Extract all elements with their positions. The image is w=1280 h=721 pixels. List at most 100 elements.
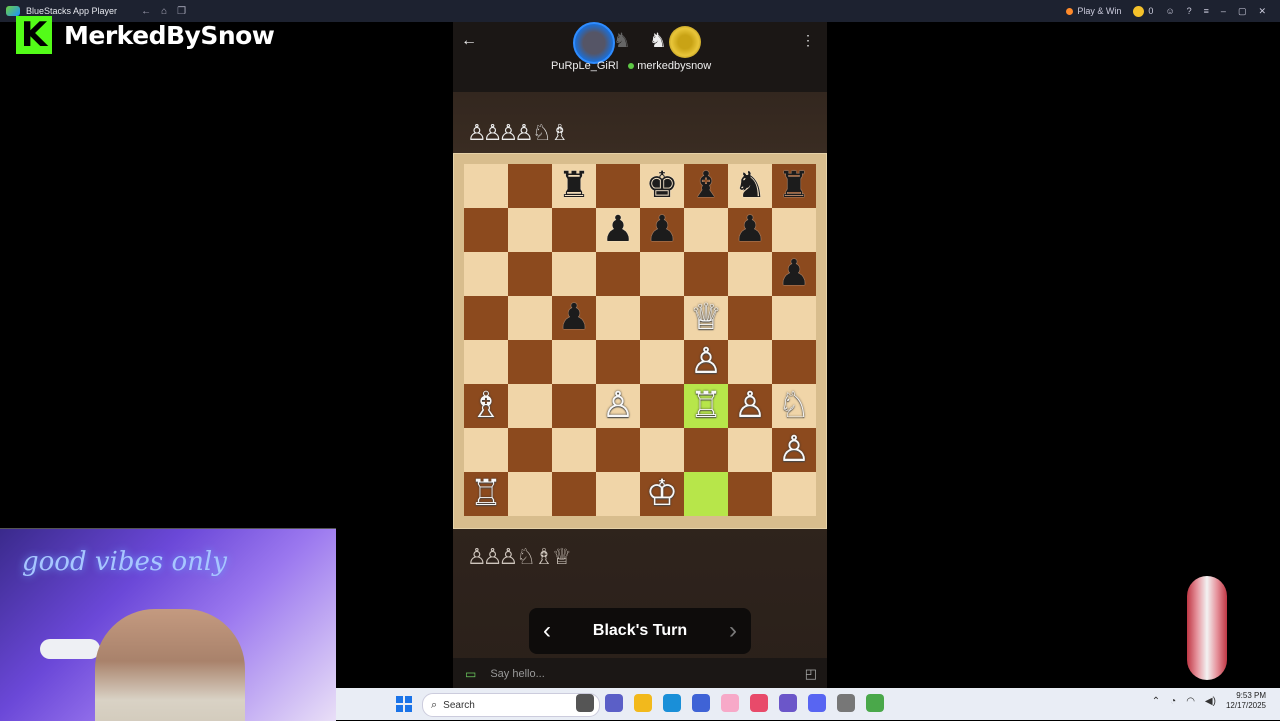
board-square[interactable] — [684, 472, 728, 516]
white-knight-piece[interactable]: ♘ — [778, 388, 810, 424]
board-square[interactable] — [640, 384, 684, 428]
board-square[interactable]: ♖ — [684, 384, 728, 428]
copilot-icon[interactable] — [750, 694, 768, 712]
file-explorer-icon[interactable] — [634, 694, 652, 712]
teams-icon[interactable] — [605, 694, 623, 712]
tabs-icon[interactable]: ❐ — [177, 6, 186, 17]
menu-icon[interactable]: ≡ — [1204, 6, 1209, 16]
board-square[interactable]: ♖ — [464, 472, 508, 516]
chat-bar[interactable]: ▭ Say hello... ◰ — [453, 658, 827, 690]
play-win-button[interactable]: Play & Win — [1066, 6, 1121, 16]
black-bishop-piece[interactable]: ♝ — [690, 168, 722, 204]
board-square[interactable] — [728, 296, 772, 340]
board-square[interactable] — [772, 208, 816, 252]
board-square[interactable] — [596, 428, 640, 472]
store-icon[interactable] — [692, 694, 710, 712]
taskbar-search[interactable]: ⌕ Search — [422, 693, 600, 717]
board-square[interactable] — [640, 428, 684, 472]
black-pawn-piece[interactable]: ♟ — [602, 212, 634, 248]
black-knight-piece[interactable]: ♞ — [734, 168, 766, 204]
coin-counter[interactable]: 0 — [1133, 5, 1153, 17]
board-square[interactable] — [552, 428, 596, 472]
game-back-icon[interactable]: ← — [461, 32, 477, 50]
volume-icon[interactable]: ◀) — [1205, 696, 1216, 707]
chess-board[interactable]: ♜ ♚ ♝ ♞ ♜ ♟ ♟ ♟ ♟ ♟ ♕ ♙ ♗ ♙ ♖ ♙ ♘ ♙ ♖ ♔ — [464, 164, 816, 516]
board-square[interactable]: ♗ — [464, 384, 508, 428]
board-square[interactable] — [552, 340, 596, 384]
board-square[interactable] — [464, 296, 508, 340]
white-pawn-piece[interactable]: ♙ — [602, 388, 634, 424]
board-square[interactable]: ♙ — [772, 428, 816, 472]
chevron-up-icon[interactable]: ⌃ — [1152, 696, 1160, 707]
black-pawn-piece[interactable]: ♟ — [734, 212, 766, 248]
black-rook-piece[interactable]: ♜ — [778, 168, 810, 204]
board-square[interactable] — [508, 340, 552, 384]
black-rook-piece[interactable]: ♜ — [558, 168, 590, 204]
minimize-icon[interactable]: – — [1221, 6, 1226, 16]
board-square[interactable] — [772, 340, 816, 384]
board-square[interactable]: ♚ — [640, 164, 684, 208]
more-options-icon[interactable]: ⋮ — [801, 32, 815, 49]
board-square[interactable] — [596, 296, 640, 340]
board-square[interactable] — [728, 472, 772, 516]
bluestacks-taskbar-icon[interactable] — [866, 694, 884, 712]
board-square[interactable] — [508, 428, 552, 472]
white-rook-piece[interactable]: ♖ — [470, 476, 502, 512]
back-icon[interactable]: ← — [141, 6, 151, 17]
player1-avatar[interactable] — [573, 22, 615, 64]
board-square[interactable]: ♟ — [640, 208, 684, 252]
black-pawn-piece[interactable]: ♟ — [778, 256, 810, 292]
home-icon[interactable]: ⌂ — [161, 6, 167, 17]
black-pawn-piece[interactable]: ♟ — [646, 212, 678, 248]
board-square[interactable]: ♜ — [552, 164, 596, 208]
network-icon[interactable]: ◔ — [1170, 696, 1176, 707]
board-square[interactable] — [508, 296, 552, 340]
discord-icon[interactable] — [808, 694, 826, 712]
board-square[interactable] — [684, 208, 728, 252]
black-pawn-piece[interactable]: ♟ — [558, 300, 590, 336]
board-square[interactable] — [640, 296, 684, 340]
floating-chip-icon[interactable] — [1187, 576, 1227, 680]
board-square[interactable] — [772, 296, 816, 340]
board-square[interactable]: ♟ — [728, 208, 772, 252]
board-square[interactable]: ♟ — [552, 296, 596, 340]
board-square[interactable] — [464, 164, 508, 208]
board-square[interactable]: ♙ — [684, 340, 728, 384]
chat-input[interactable]: Say hello... — [490, 668, 544, 680]
edge-icon[interactable] — [663, 694, 681, 712]
board-square[interactable]: ♕ — [684, 296, 728, 340]
board-square[interactable] — [684, 428, 728, 472]
board-square[interactable] — [772, 472, 816, 516]
white-pawn-piece[interactable]: ♙ — [778, 432, 810, 468]
white-rook-piece[interactable]: ♖ — [690, 388, 722, 424]
close-icon[interactable]: ✕ — [1258, 6, 1266, 17]
board-square[interactable] — [464, 252, 508, 296]
board-square[interactable] — [508, 208, 552, 252]
player2-avatar[interactable] — [669, 26, 701, 58]
obs-icon[interactable] — [837, 694, 855, 712]
board-square[interactable] — [508, 164, 552, 208]
board-square[interactable]: ♘ — [772, 384, 816, 428]
board-square[interactable]: ♝ — [684, 164, 728, 208]
board-square[interactable] — [508, 384, 552, 428]
board-square[interactable] — [552, 472, 596, 516]
board-square[interactable]: ♞ — [728, 164, 772, 208]
maximize-icon[interactable]: ▢ — [1238, 6, 1247, 17]
sticker-icon[interactable]: ◰ — [805, 666, 817, 682]
board-square[interactable] — [464, 208, 508, 252]
board-square[interactable] — [640, 340, 684, 384]
board-square[interactable] — [552, 208, 596, 252]
board-square[interactable]: ♟ — [772, 252, 816, 296]
board-square[interactable] — [464, 340, 508, 384]
app-icon[interactable] — [721, 694, 739, 712]
board-square[interactable] — [596, 472, 640, 516]
windows-start-icon[interactable] — [396, 696, 412, 712]
board-square[interactable] — [596, 164, 640, 208]
board-square[interactable] — [728, 428, 772, 472]
board-square[interactable]: ♟ — [596, 208, 640, 252]
board-square[interactable]: ♔ — [640, 472, 684, 516]
white-queen-piece[interactable]: ♕ — [690, 300, 722, 336]
help-icon[interactable]: ? — [1187, 6, 1192, 16]
task-view-icon[interactable] — [576, 694, 594, 712]
next-move-button[interactable]: › — [729, 617, 737, 645]
